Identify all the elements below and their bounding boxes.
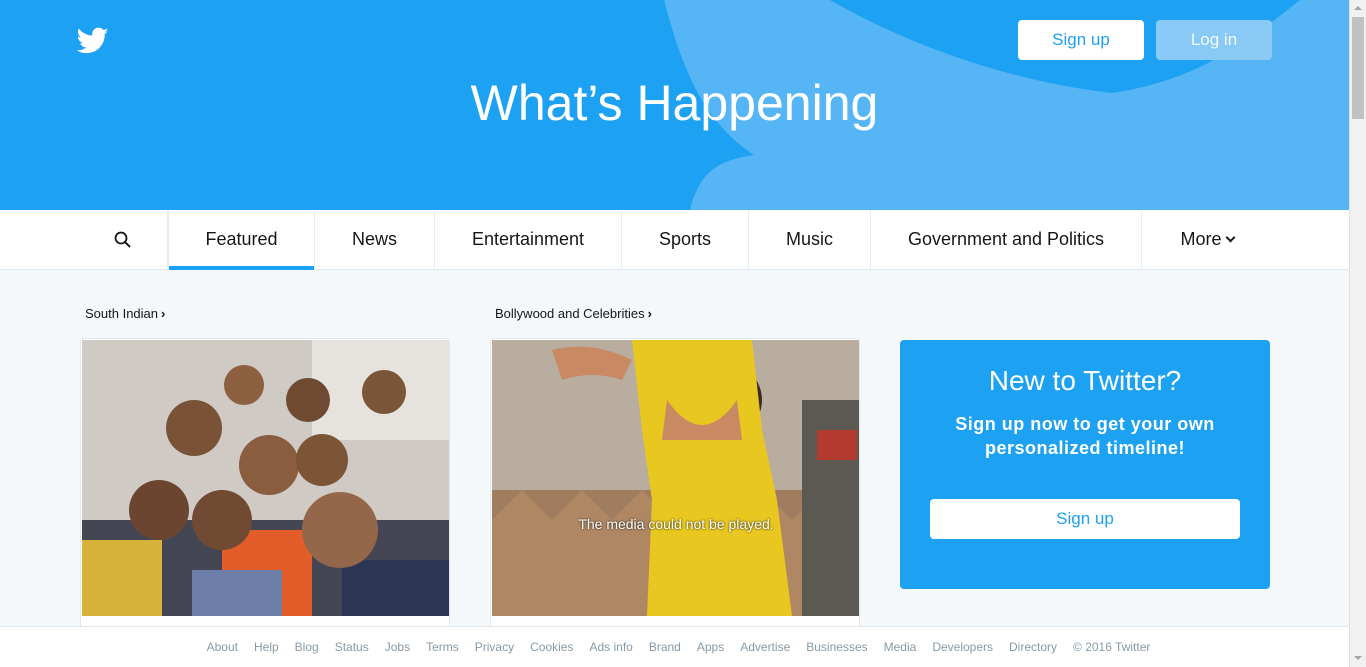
chevron-right-icon: › [647, 306, 652, 321]
footer-link-terms[interactable]: Terms [426, 640, 459, 654]
login-button[interactable]: Log in [1156, 20, 1272, 60]
footer-link-blog[interactable]: Blog [295, 640, 319, 654]
footer-link-jobs[interactable]: Jobs [385, 640, 410, 654]
footer-link-ads-info[interactable]: Ads info [589, 640, 632, 654]
nav-search[interactable] [78, 210, 168, 269]
chevron-right-icon: › [161, 306, 166, 321]
signup-button[interactable]: Sign up [1018, 20, 1144, 60]
tab-label: Sports [658, 229, 712, 249]
chevron-down-icon [1225, 232, 1235, 243]
tab-label: More [1180, 229, 1222, 249]
tab-label: Music [785, 229, 833, 249]
section-link-south-indian[interactable]: South Indian › [85, 306, 165, 321]
arrow-down-icon [1354, 656, 1362, 660]
page-title: What’s Happening [470, 75, 879, 131]
footer-link-privacy[interactable]: Privacy [475, 640, 514, 654]
moment-card-south-indian[interactable] [80, 338, 450, 628]
moment-video[interactable]: The media could not be played. [492, 340, 859, 616]
tab-label: Entertainment [471, 229, 585, 249]
moment-image [82, 340, 449, 616]
footer-link-directory[interactable]: Directory [1009, 640, 1057, 654]
footer: About Help Blog Status Jobs Terms Privac… [0, 626, 1349, 667]
footer-link-media[interactable]: Media [884, 640, 917, 654]
tab-music[interactable]: Music [749, 210, 871, 269]
tab-featured[interactable]: Featured [168, 210, 315, 270]
tab-label: News [351, 229, 397, 249]
arrow-up-icon [1354, 6, 1362, 10]
search-icon [114, 231, 131, 248]
footer-link-cookies[interactable]: Cookies [530, 640, 573, 654]
page-scrollbar[interactable] [1349, 0, 1366, 667]
tab-government-politics[interactable]: Government and Politics [871, 210, 1142, 269]
scroll-up-button[interactable] [1350, 0, 1366, 17]
tab-sports[interactable]: Sports [622, 210, 749, 269]
section-label: Bollywood and Celebrities [495, 306, 645, 321]
footer-link-about[interactable]: About [207, 640, 238, 654]
footer-link-brand[interactable]: Brand [649, 640, 681, 654]
moment-card-bollywood[interactable]: The media could not be played. [490, 338, 860, 628]
promo-signup-button[interactable]: Sign up [930, 499, 1240, 539]
tab-label: Government and Politics [907, 229, 1105, 249]
footer-link-developers[interactable]: Developers [932, 640, 993, 654]
tab-entertainment[interactable]: Entertainment [435, 210, 622, 269]
category-nav: Featured News Entertainment Sports Music… [0, 210, 1349, 270]
footer-link-apps[interactable]: Apps [697, 640, 724, 654]
footer-link-businesses[interactable]: Businesses [806, 640, 867, 654]
tab-more[interactable]: More [1142, 210, 1272, 269]
tab-label: Featured [205, 229, 278, 249]
promo-subtitle: Sign up now to get your own personalized… [955, 414, 1215, 458]
tab-news[interactable]: News [315, 210, 435, 269]
signup-promo-card: New to Twitter? Sign up now to get your … [900, 340, 1270, 589]
media-error-message: The media could not be played. [578, 516, 774, 532]
footer-link-help[interactable]: Help [254, 640, 279, 654]
scroll-down-button[interactable] [1350, 650, 1366, 667]
scroll-thumb[interactable] [1352, 17, 1364, 119]
video-frame [492, 340, 859, 616]
copyright: © 2016 Twitter [1073, 640, 1151, 654]
footer-link-advertise[interactable]: Advertise [740, 640, 790, 654]
section-label: South Indian [85, 306, 159, 321]
promo-title: New to Twitter? [988, 365, 1182, 396]
hero-banner: What’s Happening Sign up Log in [0, 0, 1349, 210]
section-link-bollywood[interactable]: Bollywood and Celebrities › [495, 306, 652, 321]
twitter-bird-icon[interactable] [77, 27, 109, 55]
group-photo [82, 340, 449, 616]
footer-link-status[interactable]: Status [335, 640, 369, 654]
